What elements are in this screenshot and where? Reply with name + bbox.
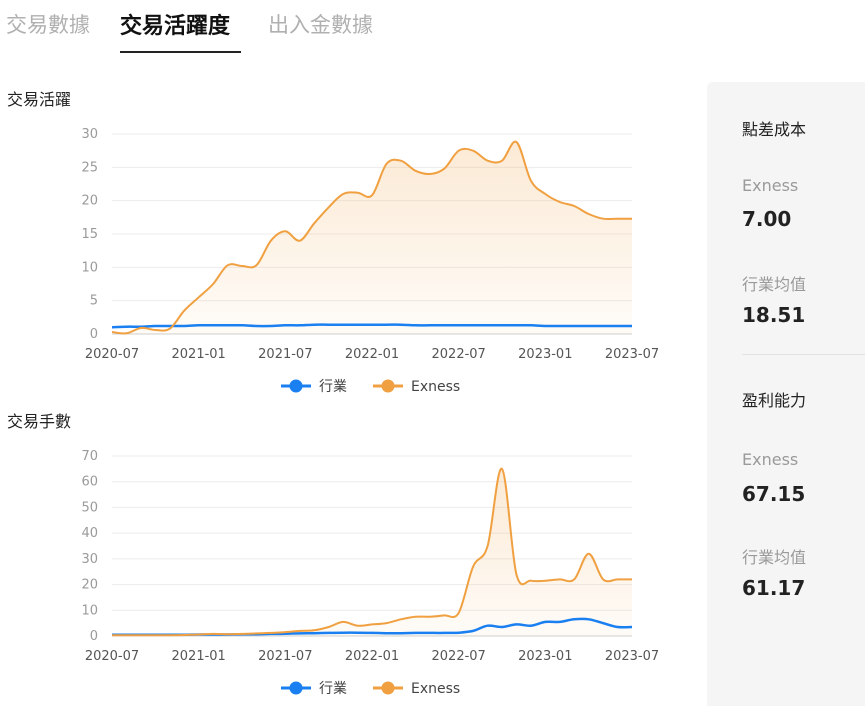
x-tick-label: 2023-01 [518,649,572,664]
active-tab-indicator [120,51,241,53]
spread-industry-label: 行業均值 [742,275,807,294]
x-tick-label: 2023-01 [518,347,572,362]
chart-title-activity: 交易活躍 [7,90,72,109]
x-tick-label: 2022-07 [432,649,486,664]
x-tick-label: 2021-01 [172,347,226,362]
x-tick-label: 2022-01 [345,649,399,664]
profitability-heading: 盈利能力 [742,391,807,410]
legend-marker-icon [289,681,303,695]
legend-item-1[interactable]: Exness [373,681,460,697]
x-tick-label: 2021-07 [258,649,312,664]
spread-exness-value: 7.00 [742,207,792,231]
x-tick-label: 2020-07 [85,649,139,664]
y-tick-label: 10 [81,260,98,275]
tab-trading-activity[interactable]: 交易活躍度 [120,8,230,40]
y-tick-label: 25 [81,160,98,175]
legend-label: 行業 [319,681,347,697]
x-tick-label: 2021-01 [172,649,226,664]
legend-item-1[interactable]: Exness [373,379,460,395]
legend-marker-icon [381,379,395,393]
x-tick-label: 2021-07 [258,347,312,362]
y-tick-label: 15 [81,227,98,242]
y-tick-label: 60 [81,475,98,490]
legend-label: Exness [411,681,460,697]
tab-trading-data[interactable]: 交易數據 [6,9,90,39]
activity-chart: 0 5 10 15 20 25 30 2020-07 2021-01 2021-07 2022-01… [81,127,659,395]
legend-marker-icon [381,681,395,695]
profit-exness-label: Exness [742,450,799,469]
y-tick-label: 70 [81,449,98,464]
profit-industry-label: 行業均值 [742,548,807,567]
profit-industry-value: 61.17 [742,576,806,600]
spread-cost-heading: 點差成本 [742,120,807,139]
x-tick-label: 2022-01 [345,347,399,362]
spread-exness-label: Exness [742,176,799,195]
metrics-panel: 點差成本 Exness 7.00 行業均值 18.51 盈利能力 Exness … [707,82,865,706]
y-tick-label: 0 [90,629,98,644]
legend-label: Exness [411,379,460,395]
spread-industry-value: 18.51 [742,303,806,327]
tab-bar: 交易數據 交易活躍度 出入金數據 [0,0,700,56]
tab-deposit-withdrawal-data[interactable]: 出入金數據 [268,9,373,39]
legend-marker-icon [289,379,303,393]
y-tick-label: 30 [81,552,98,567]
y-tick-label: 20 [81,194,98,209]
legend-item-0[interactable]: 行業 [281,681,347,697]
y-tick-label: 20 [81,578,98,593]
x-tick-label: 2023-07 [605,649,659,664]
legend-item-0[interactable]: 行業 [281,379,347,395]
y-tick-label: 30 [81,127,98,142]
lots-chart: 0 10 20 30 40 50 60 70 2020-07 2021-01 2021-07 2022… [81,449,659,697]
legend-label: 行業 [319,379,347,395]
y-tick-label: 5 [90,294,98,309]
panel-divider [742,354,865,355]
y-tick-label: 10 [81,603,98,618]
y-tick-label: 40 [81,526,98,541]
y-tick-label: 50 [81,500,98,515]
x-tick-label: 2020-07 [85,347,139,362]
x-tick-label: 2023-07 [605,347,659,362]
series-area-1 [112,468,632,636]
x-tick-label: 2022-07 [432,347,486,362]
profit-exness-value: 67.15 [742,482,806,506]
y-tick-label: 0 [90,327,98,342]
chart-title-lots: 交易手數 [7,412,72,431]
